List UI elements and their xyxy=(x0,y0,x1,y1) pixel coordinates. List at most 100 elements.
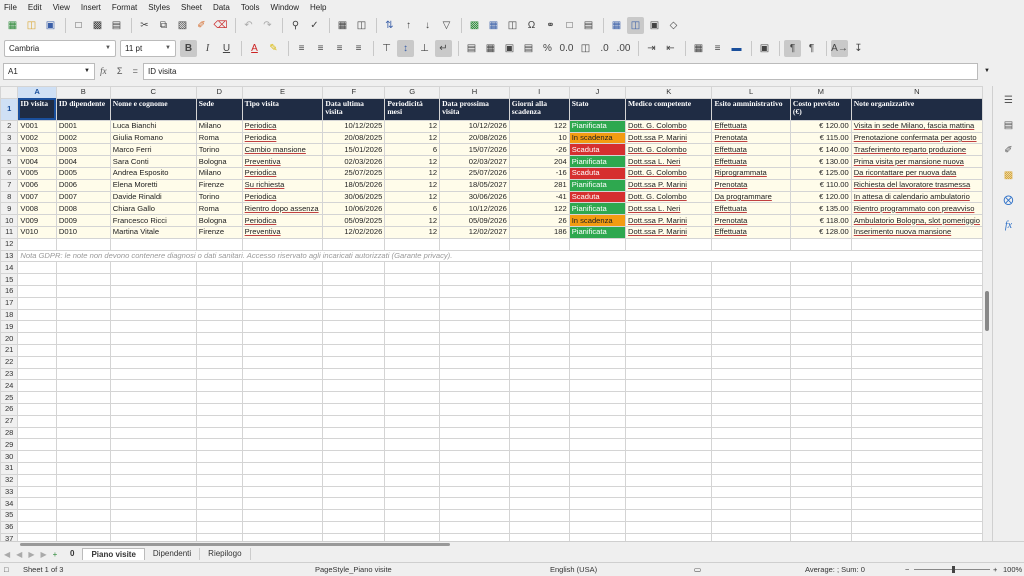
center-vertically-icon[interactable]: ↕ xyxy=(397,39,414,57)
cell[interactable] xyxy=(109,450,197,463)
paste-icon[interactable]: ▧ xyxy=(174,17,191,34)
cell[interactable] xyxy=(55,461,111,475)
row-header[interactable]: 25 xyxy=(0,391,19,404)
cell[interactable] xyxy=(109,426,197,440)
cell[interactable] xyxy=(625,237,713,251)
cell[interactable] xyxy=(241,284,324,298)
cell[interactable] xyxy=(384,450,441,463)
row-header[interactable]: 15 xyxy=(0,273,19,286)
date-format-icon[interactable]: ◫ xyxy=(577,40,594,57)
header-cell[interactable]: Esito amministrativo xyxy=(711,97,791,121)
cell[interactable] xyxy=(195,320,243,334)
cell[interactable] xyxy=(568,320,627,334)
select-all-corner[interactable] xyxy=(0,86,19,99)
cell[interactable]: € 140.00 xyxy=(789,143,852,157)
header-cell[interactable]: Data ultima visita xyxy=(322,97,386,121)
cell[interactable] xyxy=(568,438,627,452)
cell[interactable] xyxy=(322,402,386,416)
cell[interactable] xyxy=(625,296,713,310)
cell[interactable]: Rientro programmato con preavviso xyxy=(850,202,983,216)
cell[interactable] xyxy=(439,497,510,511)
cell[interactable] xyxy=(789,237,852,251)
highlight-color-icon[interactable]: ✎ xyxy=(265,40,282,57)
cell[interactable] xyxy=(384,402,441,416)
cell[interactable] xyxy=(439,379,510,393)
cell[interactable]: 12/02/2027 xyxy=(439,225,510,239)
expand-formula-icon[interactable]: ▼ xyxy=(984,68,990,74)
cell[interactable]: Effettuata xyxy=(711,202,791,216)
cell[interactable] xyxy=(109,402,197,416)
cell[interactable] xyxy=(625,473,713,487)
cell[interactable] xyxy=(322,414,386,428)
cell[interactable]: Martina Vitale xyxy=(109,225,197,239)
cell[interactable] xyxy=(384,284,441,298)
font-color-icon[interactable]: A xyxy=(246,40,263,57)
cell[interactable] xyxy=(625,485,713,499)
cell[interactable] xyxy=(508,473,570,487)
cell[interactable] xyxy=(384,308,441,322)
cell[interactable]: 204 xyxy=(508,155,570,168)
redo-icon[interactable]: ↷ xyxy=(259,17,276,34)
cell[interactable] xyxy=(789,296,852,310)
row-header[interactable]: 33 xyxy=(0,485,19,499)
cell[interactable]: V010 xyxy=(17,225,57,239)
cell[interactable] xyxy=(568,284,627,298)
cell[interactable] xyxy=(55,426,111,440)
column-header[interactable]: N xyxy=(850,86,983,99)
cell[interactable] xyxy=(439,273,510,286)
column-icon[interactable]: ◫ xyxy=(353,17,370,34)
cell[interactable] xyxy=(789,473,852,487)
cell[interactable] xyxy=(241,497,324,511)
cell[interactable] xyxy=(195,261,243,275)
cell[interactable] xyxy=(322,355,386,369)
status-cell[interactable]: Scaduta xyxy=(568,166,627,180)
cell[interactable] xyxy=(508,237,570,251)
cell[interactable]: 30/06/2025 xyxy=(322,190,386,204)
cell[interactable] xyxy=(241,379,324,393)
cell[interactable] xyxy=(568,237,627,251)
cell[interactable] xyxy=(508,332,570,345)
cell[interactable] xyxy=(195,461,243,475)
cell[interactable] xyxy=(384,509,441,522)
cell[interactable]: V009 xyxy=(17,214,57,227)
cell[interactable] xyxy=(195,284,243,298)
cell[interactable] xyxy=(508,414,570,428)
cell[interactable] xyxy=(195,497,243,511)
new-document-icon[interactable]: ▦ xyxy=(4,17,21,34)
cell[interactable] xyxy=(241,296,324,310)
cell[interactable] xyxy=(508,284,570,298)
spreadsheet-grid[interactable]: ABCDEFGHIJKLMN 1 ID visita ID dipendente No… xyxy=(0,86,983,541)
cell[interactable] xyxy=(322,379,386,393)
cell[interactable] xyxy=(789,320,852,334)
cell[interactable]: Sara Conti xyxy=(109,155,197,168)
cell[interactable] xyxy=(850,284,983,298)
hyperlink-icon[interactable]: ⚭ xyxy=(542,17,559,34)
delete-decimal-icon[interactable]: .00 xyxy=(615,40,632,57)
cell[interactable]: V005 xyxy=(17,166,57,180)
vertical-scrollbar[interactable] xyxy=(983,86,991,541)
cell[interactable] xyxy=(322,273,386,286)
cell[interactable]: Dott.ssa P. Marini xyxy=(625,178,713,192)
freeze-rows-columns-icon[interactable]: ◫ xyxy=(627,17,644,34)
cell[interactable]: Da programmare xyxy=(711,190,791,204)
cell[interactable]: 26 xyxy=(508,214,570,227)
cell[interactable]: 10/12/2025 xyxy=(322,119,386,133)
cell[interactable] xyxy=(384,473,441,487)
wrap-text-icon[interactable]: ↵ xyxy=(435,39,452,57)
cell[interactable] xyxy=(55,391,111,404)
cell[interactable]: 25/07/2026 xyxy=(439,166,510,180)
cell[interactable] xyxy=(508,367,570,381)
cell[interactable] xyxy=(322,284,386,298)
cell[interactable]: D010 xyxy=(55,225,111,239)
cell[interactable] xyxy=(55,379,111,393)
properties-icon[interactable]: ▤ xyxy=(1001,117,1017,133)
cell[interactable] xyxy=(789,355,852,369)
cell[interactable] xyxy=(508,450,570,463)
cell[interactable] xyxy=(384,261,441,275)
cell[interactable]: € 120.00 xyxy=(789,119,852,133)
header-cell[interactable]: Periodicità mesi xyxy=(384,97,441,121)
cell[interactable] xyxy=(789,343,852,357)
cell[interactable] xyxy=(789,379,852,393)
horizontal-scroll-thumb[interactable] xyxy=(20,543,450,546)
cell[interactable] xyxy=(17,391,57,404)
